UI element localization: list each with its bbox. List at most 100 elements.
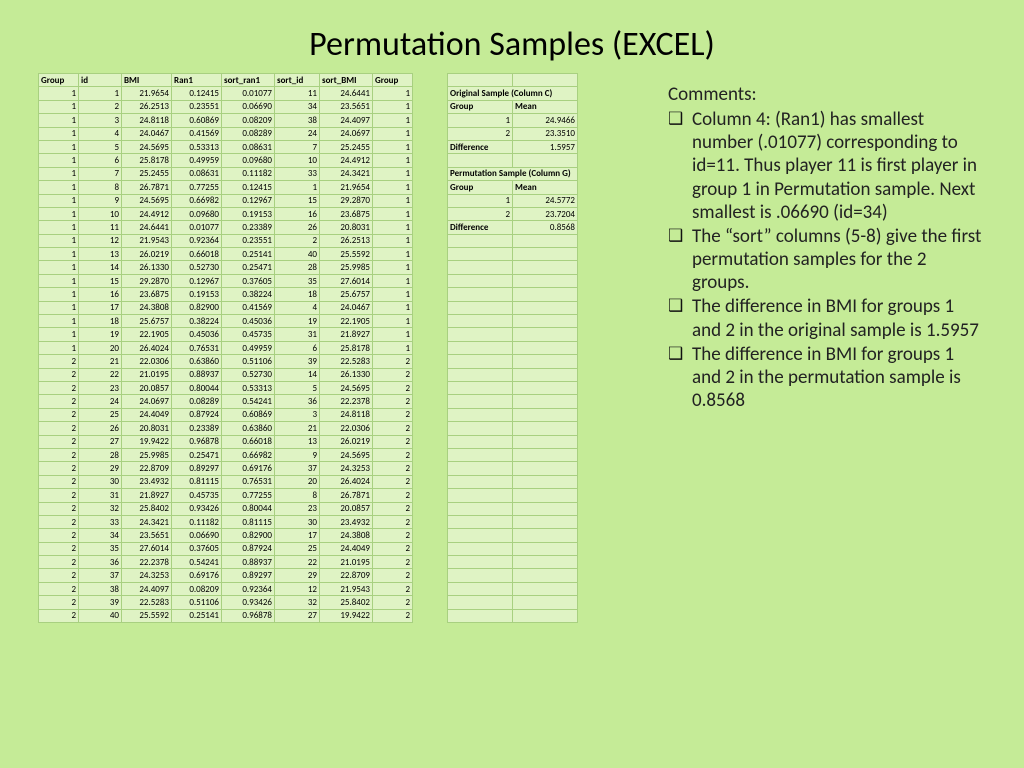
cell: 25.2455 [320,140,373,153]
cell: 2 [39,408,79,421]
cell: 2 [373,569,413,582]
cell: 24.3421 [320,167,373,180]
cell: 1 [373,100,413,113]
cell [513,569,578,582]
table-row: 223.7204 [448,207,578,220]
cell: 1 [373,181,413,194]
cell: 0.41569 [222,301,275,314]
cell: 2 [39,368,79,381]
cell: 22.1905 [122,328,172,341]
cell: 1 [373,234,413,247]
cell: 1 [39,301,79,314]
cell: 2 [373,422,413,435]
table-row [448,154,578,167]
cell: 24 [79,395,122,408]
cell: 24.8118 [320,408,373,421]
table-row: 23622.23780.542410.889372221.01952 [39,556,413,569]
table-row: 22620.80310.233890.638602122.03062 [39,422,413,435]
cell [513,381,578,394]
cell: 19.9422 [122,435,172,448]
cell [513,596,578,609]
cell [448,154,513,167]
cell: 37 [275,462,320,475]
cell: 1 [373,301,413,314]
cell: 22.1905 [320,315,373,328]
cell: 0.82900 [222,529,275,542]
cell: 2 [373,355,413,368]
table-row: 22221.01950.889370.527301426.13302 [39,368,413,381]
cell: 0.23551 [172,100,222,113]
cell: 1 [373,261,413,274]
cell: 18 [79,315,122,328]
cell: 0.49959 [172,154,222,167]
cell: 0.09680 [222,154,275,167]
cell: 13 [79,248,122,261]
cell [513,422,578,435]
table-row [448,489,578,502]
cell: 0.8568 [513,221,578,234]
cell: 22.2378 [122,556,172,569]
cell [448,288,513,301]
cell: 0.88937 [172,368,222,381]
cell [448,515,513,528]
table-row: 1924.56950.669820.129671529.28701 [39,194,413,207]
cell: 0.92364 [222,582,275,595]
table-row: 11825.67570.382240.450361922.19051 [39,315,413,328]
cell: 2 [373,515,413,528]
cell: 0.08289 [222,127,275,140]
cell: 26.4024 [320,475,373,488]
cell: 1 [373,167,413,180]
cell: 13 [275,435,320,448]
cell: 10 [275,154,320,167]
cell: 0.51106 [172,596,222,609]
cell: 1 [39,140,79,153]
cell: 16 [79,288,122,301]
cell: 1 [39,341,79,354]
table-row: 11024.49120.096800.191531623.68751 [39,207,413,220]
cell: 40 [79,609,122,622]
cell: 23 [275,502,320,515]
table-row: 1226.25130.235510.066903423.56511 [39,100,413,113]
cell: 20.8031 [320,221,373,234]
cell: 0.09680 [172,207,222,220]
cell: 25.2455 [122,167,172,180]
cell: 25.8178 [122,154,172,167]
cell [448,301,513,314]
cell: 33 [275,167,320,180]
cell: 27.6014 [122,542,172,555]
cell: 25.5592 [122,609,172,622]
cell: 23.7204 [513,207,578,220]
cell: 24.3421 [122,515,172,528]
main-data-table: GroupidBMIRan1sort_ran1sort_idsort_BMIGr… [38,73,413,623]
table-row: 23225.84020.934260.800442320.08572 [39,502,413,515]
cell: 28 [79,448,122,461]
cell [448,315,513,328]
cell: 24.4097 [122,582,172,595]
cell [448,502,513,515]
cell: 23.4932 [122,475,172,488]
cell: 1 [39,114,79,127]
cell: 16 [275,207,320,220]
cell: 12 [275,582,320,595]
cell: 0.66982 [172,194,222,207]
cell: 24.0697 [320,127,373,140]
cell: 0.51106 [222,355,275,368]
cell: 2 [275,234,320,247]
cell: 0.93426 [222,596,275,609]
cell: 38 [79,582,122,595]
cell: 21 [275,422,320,435]
cell [448,596,513,609]
cell: 14 [79,261,122,274]
cell: 24.5695 [320,448,373,461]
cell: 2 [448,207,513,220]
cell [513,368,578,381]
cell: 0.08631 [222,140,275,153]
cell: 18 [275,288,320,301]
cell: 2 [373,475,413,488]
cell [513,502,578,515]
cell: 21.0195 [122,368,172,381]
cell: 24.3808 [320,529,373,542]
table-row [448,328,578,341]
cell: 0.80044 [172,381,222,394]
cell: 22 [275,556,320,569]
